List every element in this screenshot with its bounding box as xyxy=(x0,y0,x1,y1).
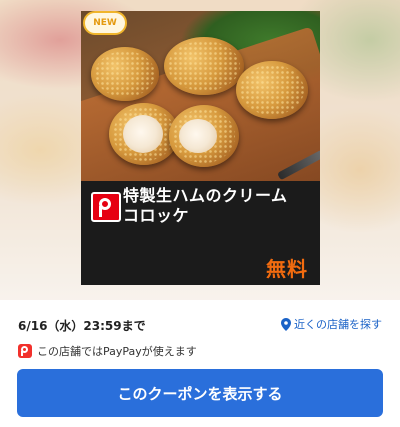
show-coupon-button[interactable]: このクーポンを表示する xyxy=(17,369,383,417)
croquette-cream xyxy=(123,115,163,153)
find-nearby-store-label: 近くの店舗を探す xyxy=(294,318,382,331)
croquette-3 xyxy=(236,61,308,119)
brand-p-logo xyxy=(91,192,121,222)
paypay-notice: この店舗ではPayPayが使えます xyxy=(18,343,197,359)
find-nearby-store-link[interactable]: 近くの店舗を探す xyxy=(281,316,382,332)
map-pin-icon xyxy=(281,317,291,331)
deadline-text: 6/16（水）23:59まで xyxy=(18,319,146,333)
coupon-caption: 特製生ハムのクリーム コロッケ 無料 xyxy=(81,181,320,285)
coupon-title: 特製生ハムのクリーム コロッケ xyxy=(123,186,313,226)
croquette-cream-2 xyxy=(179,119,217,153)
coupon-title-line1: 特製生ハムのクリーム xyxy=(123,186,288,205)
price-label: 無料 xyxy=(266,257,308,281)
croquette-1 xyxy=(91,47,159,101)
coupon-info-row: 6/16（水）23:59まで 近くの店舗を探す xyxy=(0,305,400,345)
food-photo: NEW xyxy=(81,11,320,256)
coupon-image[interactable]: NEW 特製生ハムのクリーム コロッケ 無料 xyxy=(81,11,320,285)
paypay-icon xyxy=(18,344,32,358)
croquette-2 xyxy=(164,37,244,95)
new-badge: NEW xyxy=(83,11,127,35)
paypay-notice-text: この店舗ではPayPayが使えます xyxy=(37,345,197,358)
coupon-title-line2: コロッケ xyxy=(123,206,190,225)
